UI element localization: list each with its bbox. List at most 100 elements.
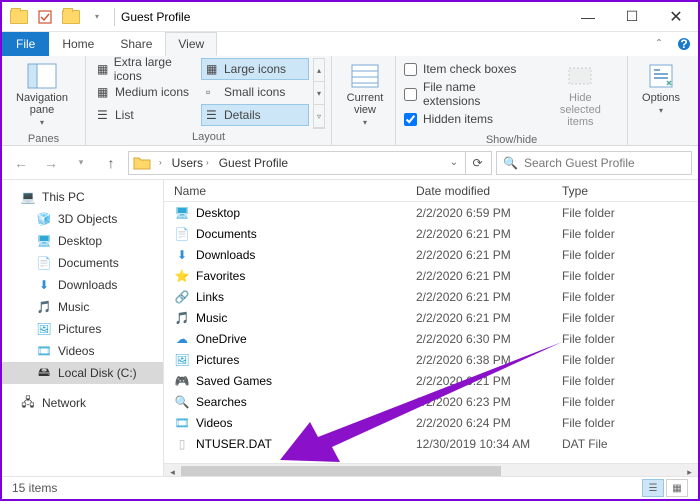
nav-back-button[interactable]: ← xyxy=(8,150,34,176)
table-row[interactable]: 🎮Saved Games2/2/2020 6:21 PMFile folder xyxy=(164,370,698,391)
tab-file[interactable]: File xyxy=(2,32,49,56)
chk-file-extensions[interactable]: File name extensions xyxy=(404,80,534,108)
qat-folder-icon[interactable] xyxy=(8,6,30,28)
layout-scroll[interactable]: ▴▾▿ xyxy=(313,58,325,129)
navigation-pane[interactable]: 💻This PC 🧊3D Objects 🖥Desktop 📄Documents… xyxy=(2,180,164,480)
layout-large[interactable]: ▦Large icons xyxy=(201,58,309,80)
file-name: Favorites xyxy=(196,269,245,283)
cube-icon: 🧊 xyxy=(36,211,52,227)
pane-icon xyxy=(26,62,58,90)
nav-videos[interactable]: 🎞Videos xyxy=(2,340,163,362)
col-name[interactable]: Name xyxy=(164,184,416,198)
view-details-button[interactable]: ☰ xyxy=(642,479,664,497)
nav-music[interactable]: 🎵Music xyxy=(2,296,163,318)
qat-dropdown-icon[interactable]: ▾ xyxy=(86,6,108,28)
view-large-button[interactable]: ▦ xyxy=(666,479,688,497)
chk-hidden-items[interactable]: Hidden items xyxy=(404,112,534,126)
help-icon[interactable]: ? xyxy=(670,32,698,56)
file-name: Downloads xyxy=(196,248,255,262)
table-row[interactable]: ☁OneDrive2/2/2020 6:30 PMFile folder xyxy=(164,328,698,349)
file-type: File folder xyxy=(562,290,698,304)
file-date: 2/2/2020 6:23 PM xyxy=(416,395,562,409)
table-row[interactable]: ⭐Favorites2/2/2020 6:21 PMFile folder xyxy=(164,265,698,286)
ribbon-collapse-icon[interactable]: ˆ xyxy=(648,32,670,56)
layout-extra-large[interactable]: ▦Extra large icons xyxy=(92,58,200,80)
nav-recent-button[interactable]: ▾ xyxy=(68,150,94,176)
doc-icon: 📄 xyxy=(36,255,52,271)
current-view-button[interactable]: Current view ▾ xyxy=(338,58,392,131)
navigation-pane-button[interactable]: Navigation pane ▾ xyxy=(8,58,76,131)
refresh-button[interactable]: ⟳ xyxy=(465,151,489,175)
table-row[interactable]: 🔗Links2/2/2020 6:21 PMFile folder xyxy=(164,286,698,307)
layout-gallery[interactable]: ▦Extra large icons ▦Large icons ▦Medium … xyxy=(92,58,309,129)
crumb-users[interactable]: Users› xyxy=(168,156,213,170)
nav-desktop[interactable]: 🖥Desktop xyxy=(2,230,163,252)
file-name: Searches xyxy=(196,395,247,409)
layout-details[interactable]: ☰Details xyxy=(201,104,309,126)
column-headers[interactable]: Name Date modified Type xyxy=(164,180,698,202)
table-row[interactable]: ⬇Downloads2/2/2020 6:21 PMFile folder xyxy=(164,244,698,265)
file-name: Documents xyxy=(196,227,257,241)
nav-downloads[interactable]: ⬇Downloads xyxy=(2,274,163,296)
pictures-icon: 🖼 xyxy=(36,321,52,337)
nav-this-pc[interactable]: 💻This PC xyxy=(2,186,163,208)
file-date: 2/2/2020 6:21 PM xyxy=(416,290,562,304)
nav-pictures[interactable]: 🖼Pictures xyxy=(2,318,163,340)
file-type: File folder xyxy=(562,395,698,409)
tab-share[interactable]: Share xyxy=(107,32,165,56)
tab-view[interactable]: View xyxy=(165,32,217,56)
breadcrumb[interactable]: › Users› Guest Profile ⌄ ⟳ xyxy=(128,151,492,175)
table-row[interactable]: 🎵Music2/2/2020 6:21 PMFile folder xyxy=(164,307,698,328)
group-label-showhide: Show/hide xyxy=(402,132,621,148)
ribbon-view: Navigation pane ▾ Panes ▦Extra large ico… xyxy=(2,56,698,146)
file-type: File folder xyxy=(562,248,698,262)
options-icon xyxy=(645,62,677,90)
layout-list[interactable]: ☰List xyxy=(92,104,200,126)
pc-icon: 💻 xyxy=(20,189,36,205)
nav-3d-objects[interactable]: 🧊3D Objects xyxy=(2,208,163,230)
crumb-root-sep[interactable]: › xyxy=(155,158,166,167)
maximize-button[interactable]: ☐ xyxy=(610,2,654,32)
layout-small[interactable]: ▫Small icons xyxy=(201,81,309,103)
layout-medium[interactable]: ▦Medium icons xyxy=(92,81,200,103)
file-name: Music xyxy=(196,311,227,325)
minimize-button[interactable]: — xyxy=(566,2,610,32)
file-name: Videos xyxy=(196,416,232,430)
file-type: File folder xyxy=(562,353,698,367)
table-row[interactable]: 📄Documents2/2/2020 6:21 PMFile folder xyxy=(164,223,698,244)
qat-properties-icon[interactable] xyxy=(34,6,56,28)
options-button[interactable]: Options ▾ xyxy=(634,58,688,119)
nav-local-disk-c[interactable]: 🖴Local Disk (C:) xyxy=(2,362,163,384)
address-dropdown-icon[interactable]: ⌄ xyxy=(445,157,463,168)
qat-newfolder-icon[interactable] xyxy=(60,6,82,28)
music-icon: 🎵 xyxy=(36,299,52,315)
table-row[interactable]: 🖼Pictures2/2/2020 6:38 PMFile folder xyxy=(164,349,698,370)
table-row[interactable]: 🖥Desktop2/2/2020 6:59 PMFile folder xyxy=(164,202,698,223)
nav-up-button[interactable]: ↑ xyxy=(98,150,124,176)
cloud-icon: ☁ xyxy=(174,331,190,347)
table-row[interactable]: 🎞Videos2/2/2020 6:24 PMFile folder xyxy=(164,412,698,433)
nav-forward-button[interactable]: → xyxy=(38,150,64,176)
nav-documents[interactable]: 📄Documents xyxy=(2,252,163,274)
col-type[interactable]: Type xyxy=(562,184,698,198)
table-row[interactable]: 🔍 Searches 2/2/2020 6:23 PMFile folder xyxy=(164,391,698,412)
nav-network[interactable]: 🖧Network xyxy=(2,392,163,414)
pic-icon: 🖼 xyxy=(174,352,190,368)
group-label-panes: Panes xyxy=(8,131,79,147)
desktop-icon: 🖥 xyxy=(174,205,190,221)
video-icon: 🎞 xyxy=(174,415,190,431)
file-list: Name Date modified Type 🖥Desktop2/2/2020… xyxy=(164,180,698,480)
file-date: 2/2/2020 6:21 PM xyxy=(416,374,562,388)
search-input[interactable]: 🔍 Search Guest Profile xyxy=(496,151,692,175)
close-button[interactable]: ✕ xyxy=(654,2,698,32)
chk-item-checkboxes[interactable]: Item check boxes xyxy=(404,62,534,76)
crumb-guest-profile[interactable]: Guest Profile xyxy=(215,156,292,170)
search-icon: 🔍 xyxy=(174,394,190,410)
tab-home[interactable]: Home xyxy=(49,32,107,56)
file-date: 2/2/2020 6:38 PM xyxy=(416,353,562,367)
table-row[interactable]: ▯NTUSER.DAT12/30/2019 10:34 AMDAT File xyxy=(164,433,698,454)
file-type: File folder xyxy=(562,374,698,388)
search-icon: 🔍 xyxy=(503,156,518,170)
col-date[interactable]: Date modified xyxy=(416,184,562,198)
hide-selected-button[interactable]: Hide selected items xyxy=(540,58,621,132)
